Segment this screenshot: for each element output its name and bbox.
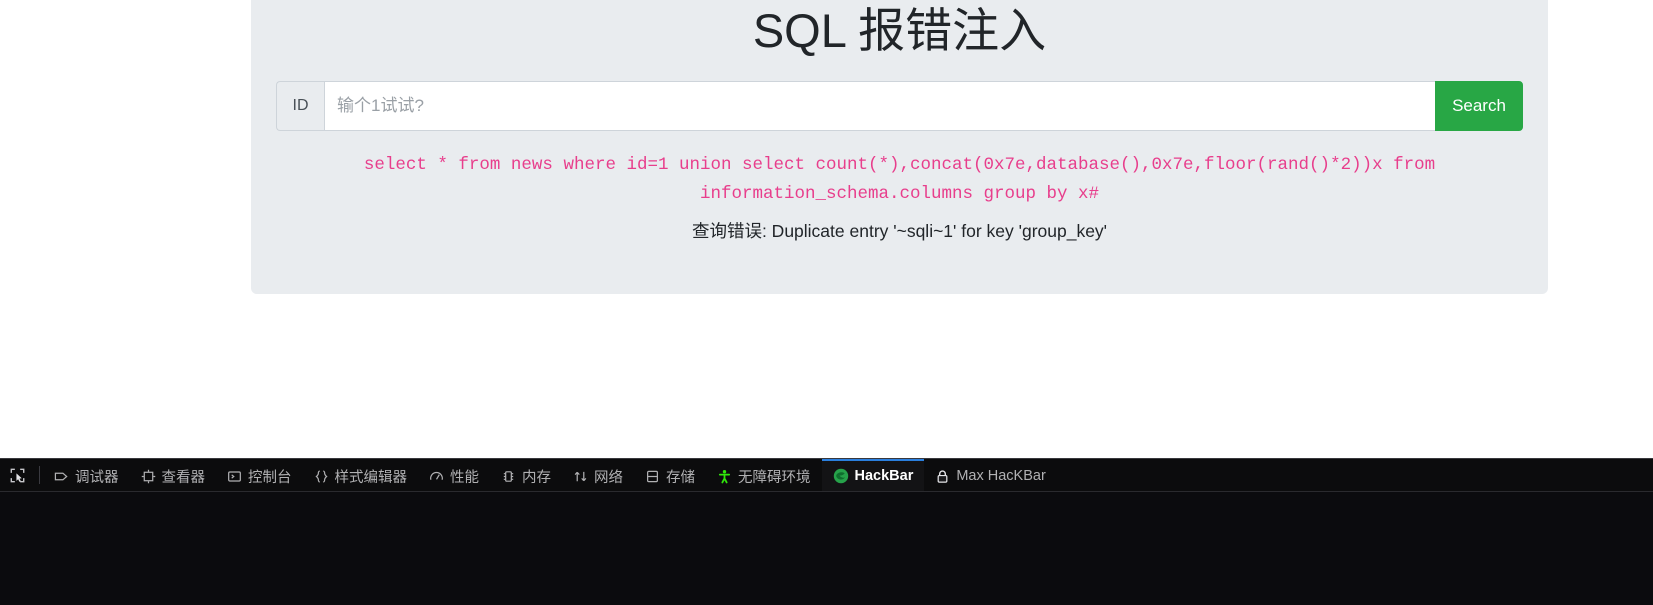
search-button[interactable]: Search [1435,80,1523,131]
debugger-icon [54,469,69,484]
devtools-tab-label: Max HacKBar [956,468,1046,484]
memory-icon [501,469,516,484]
lock-icon [935,469,950,484]
console-icon [227,469,242,484]
element-picker-icon [10,468,25,482]
devtools-tab-label: 调试器 [75,469,119,486]
devtools-tab-hackbar[interactable]: HackBar [821,459,925,491]
devtools-tab-performance[interactable]: 性能 [418,459,490,491]
network-icon [573,469,588,484]
style-editor-icon [314,469,329,484]
accessibility-icon [717,469,732,484]
devtools-tab-label: 样式编辑器 [334,469,408,486]
browser-viewport: SQL 报错注入 ID Search select * from news wh… [0,0,1653,458]
devtools-tab-label: HackBar [854,468,914,484]
devtools-tab-label: 性能 [450,469,479,486]
devtools-tab-label: 网络 [594,469,623,486]
screenshot-root: SQL 报错注入 ID Search select * from news wh… [0,0,1653,605]
id-label: ID [276,80,324,131]
sql-error-message: 查询错误: Duplicate entry '~sqli~1' for key … [691,220,1108,241]
devtools-tab-console[interactable]: 控制台 [216,459,303,491]
devtools-tab-label: 查看器 [161,469,206,486]
inspector-icon [141,469,156,484]
devtools-tab-max-hackbar[interactable]: Max HacKBar [924,459,1056,491]
devtools-tab-accessibility[interactable]: 无障碍环境 [706,459,822,491]
devtools-tab-storage[interactable]: 存储 [634,459,706,491]
devtools-tab-label: 存储 [666,469,695,486]
devtools-tabbar: 调试器 查看器 控制台 样式编辑器 性能 内存 网络 存储 无障碍环境 Hack… [0,459,1653,492]
storage-icon [645,469,660,484]
id-input-group: ID Search [276,80,1523,131]
jumbotron-panel: SQL 报错注入 ID Search select * from news wh… [251,0,1548,294]
devtools-tab-label: 无障碍环境 [738,469,811,486]
devtools-tab-network[interactable]: 网络 [562,459,634,491]
sql-query-echo: select * from news where id=1 union sele… [363,154,1436,204]
devtools-tab-label: 控制台 [248,469,292,486]
toolbar-divider [39,466,40,484]
hackbar-icon [833,468,849,484]
devtools-tab-inspector[interactable]: 查看器 [130,459,217,491]
devtools-panel: 调试器 查看器 控制台 样式编辑器 性能 内存 网络 存储 无障碍环境 Hack… [0,458,1653,605]
performance-icon [429,469,444,484]
element-picker-button[interactable] [0,459,35,491]
devtools-tab-debugger[interactable]: 调试器 [43,459,130,491]
devtools-tab-memory[interactable]: 内存 [490,459,562,491]
devtools-tab-style-editor[interactable]: 样式编辑器 [303,459,419,491]
id-input[interactable] [324,80,1435,131]
page-title: SQL 报错注入 [752,4,1047,57]
devtools-tab-label: 内存 [522,469,551,486]
